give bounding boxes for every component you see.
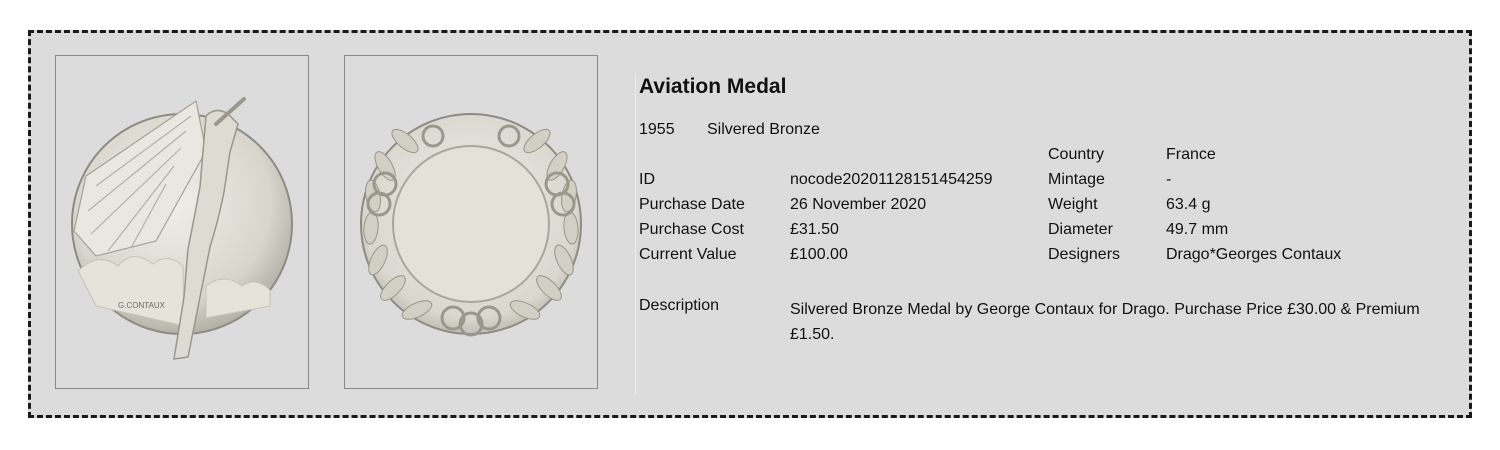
- description-label: Description: [639, 297, 720, 314]
- id-value: nocode20201128151454259: [790, 171, 993, 188]
- medal-title: Aviation Medal: [639, 75, 787, 98]
- purchase-cost-label: Purchase Cost: [639, 221, 744, 238]
- country-label: Country: [1048, 146, 1105, 163]
- diameter-label: Diameter: [1048, 221, 1113, 238]
- diameter-value: 49.7 mm: [1166, 221, 1229, 238]
- medal-center-field: [392, 145, 550, 303]
- current-value-value: £100.00: [790, 246, 848, 263]
- purchase-cost-value: £31.50: [790, 221, 839, 238]
- country-value: France: [1166, 146, 1216, 163]
- reverse-medal-graphic: [360, 113, 582, 337]
- obverse-medal-graphic: G.CONTAUX: [71, 97, 293, 360]
- medal-material: Silvered Bronze: [707, 121, 820, 138]
- purchase-date-value: 26 November 2020: [790, 196, 927, 213]
- medal-year: 1955: [639, 121, 675, 138]
- designers-value: Drago*Georges Contaux: [1166, 246, 1342, 263]
- medal-reverse-image[interactable]: [344, 55, 598, 389]
- mintage-label: Mintage: [1048, 171, 1105, 188]
- id-label: ID: [639, 171, 655, 188]
- weight-label: Weight: [1048, 196, 1098, 213]
- medal-card: G.CONTAUX Aviation Medal 1955 Silvered B…: [28, 30, 1472, 418]
- obverse-signature: G.CONTAUX: [118, 301, 166, 310]
- description-text: Silvered Bronze Medal by George Contaux …: [790, 301, 1420, 343]
- purchase-date-label: Purchase Date: [639, 196, 745, 213]
- weight-value: 63.4 g: [1166, 196, 1211, 213]
- medal-obverse-image[interactable]: G.CONTAUX: [55, 55, 309, 389]
- current-value-label: Current Value: [639, 246, 737, 263]
- designers-label: Designers: [1048, 246, 1121, 263]
- mintage-value: -: [1166, 171, 1172, 188]
- column-divider: [635, 73, 636, 395]
